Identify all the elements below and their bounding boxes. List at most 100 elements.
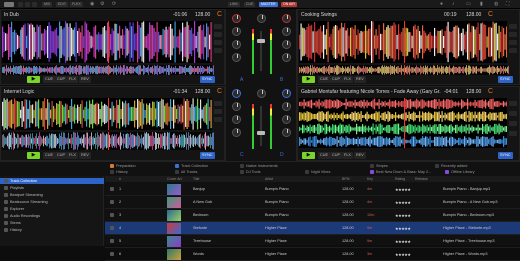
mixer-hi-b-knob[interactable]: [282, 27, 291, 36]
deck-b-sidebtn-3[interactable]: [509, 40, 517, 45]
deck-c-sidebtn-2[interactable]: [214, 109, 222, 114]
col-num[interactable]: #: [119, 176, 121, 182]
deck-c-sidebtn-3[interactable]: [214, 117, 222, 122]
mixer-main-knob[interactable]: [257, 14, 266, 23]
tree-item[interactable]: Beatsource Streaming: [0, 199, 104, 205]
mixer-cue-mix-knob[interactable]: [257, 89, 266, 98]
deck-b-sidebtn-1[interactable]: [509, 24, 517, 29]
deck-d-rev-button[interactable]: REV: [354, 152, 366, 159]
table-row[interactable]: 6 Words Higher Place 128.00 3m ★★★★★ Higher Pl…: [105, 248, 520, 261]
col-title[interactable]: Title: [193, 176, 199, 182]
deck-b-sync-button[interactable]: SYNC: [498, 76, 513, 83]
mixer-low-c-knob[interactable]: [232, 128, 241, 137]
mixer-gain-c-knob[interactable]: [232, 89, 241, 98]
deck-c-overview[interactable]: [2, 132, 214, 150]
deck-a-waveform[interactable]: [2, 21, 212, 63]
tree-item[interactable]: Audio Recordings: [0, 213, 104, 219]
mix-mode-button[interactable]: MIX: [42, 2, 53, 7]
volume-icon[interactable]: ♪: [452, 1, 455, 8]
deck-c-cup-button[interactable]: CUP: [55, 152, 68, 159]
mixer-channel-fader[interactable]: [257, 131, 265, 135]
table-row[interactable]: 4 Stefonte Higher Place 128.00 9m ★★★★★ Higher…: [105, 222, 520, 235]
deck-d-cue-button[interactable]: CUE: [318, 152, 331, 159]
master-button[interactable]: MASTER: [259, 2, 278, 7]
deck-b-waveform[interactable]: [299, 21, 507, 63]
browser-view-icon[interactable]: [32, 2, 37, 7]
deck-a-flx-button[interactable]: FLX: [67, 76, 78, 83]
favorite-offline-library[interactable]: Offline Library: [445, 169, 515, 175]
deck-b-sidebtn-4[interactable]: [509, 48, 517, 53]
deck-a-sidebtn-1[interactable]: [214, 24, 222, 29]
deck-a-sidebtn-4[interactable]: [214, 48, 222, 53]
flex-mode-button[interactable]: FLEX: [70, 2, 83, 7]
tree-item[interactable]: History: [0, 227, 104, 233]
deck-d-key[interactable]: C: [488, 88, 493, 95]
col-cover-art[interactable]: Cover Art: [167, 176, 182, 182]
deck-c-sync-button[interactable]: SYNC: [200, 152, 215, 159]
deck-b-sidebtn-2[interactable]: [509, 32, 517, 37]
deck-d-stem-mute-1[interactable]: [509, 101, 517, 106]
col-bpm[interactable]: BPM: [342, 176, 350, 182]
mixer-hi-d-knob[interactable]: [282, 102, 291, 111]
layout-icon[interactable]: [18, 2, 23, 7]
deck-a-cue-button[interactable]: CUE: [43, 76, 56, 83]
favorite-night-vibes[interactable]: Night Vibes: [305, 169, 365, 175]
deck-a-play-button[interactable]: ▶: [27, 76, 40, 83]
favorite-best-new-dnb[interactable]: Best New Drum & Bass: May 2...: [370, 169, 440, 175]
mixer-mid-a-knob[interactable]: [232, 40, 241, 49]
deck-c-rev-button[interactable]: REV: [79, 152, 91, 159]
deck-c-waveform[interactable]: [2, 98, 212, 130]
deck-a-overview[interactable]: [2, 65, 214, 75]
deck-b-flx-button[interactable]: FLX: [342, 76, 353, 83]
deck-c-key[interactable]: C: [217, 88, 222, 95]
deck-c-flx-button[interactable]: FLX: [67, 152, 78, 159]
deck-b-cue-button[interactable]: CUE: [318, 76, 331, 83]
mixer-low-b-knob[interactable]: [282, 53, 291, 62]
col-key[interactable]: Key: [367, 176, 373, 182]
mixer-mid-d-knob[interactable]: [282, 115, 291, 124]
table-row[interactable]: 3 Bedroom Bumpin Piano 128.00 10m ★★★★★ Bumpin…: [105, 209, 520, 222]
mixer-hi-a-knob[interactable]: [232, 27, 241, 36]
tree-item[interactable]: Stems: [0, 220, 104, 226]
deck-d-stem-mute-4[interactable]: [509, 131, 517, 136]
mixer-gain-d-knob[interactable]: [282, 89, 291, 98]
mixer-gain-b-knob[interactable]: [282, 14, 291, 23]
deck-c-sidebtn-1[interactable]: [214, 101, 222, 106]
col-release[interactable]: Release: [415, 176, 428, 182]
col-rating[interactable]: Rating: [395, 176, 405, 182]
deck-b-play-button[interactable]: ▶: [302, 76, 315, 83]
audio-icon[interactable]: ◍: [494, 1, 498, 8]
deck-d-flx-button[interactable]: FLX: [342, 152, 353, 159]
waveform-view-icon[interactable]: [25, 2, 30, 7]
deck-d-stem-mute-2[interactable]: [509, 111, 517, 116]
tree-item[interactable]: Playlists: [0, 185, 104, 191]
mixer-low-a-knob[interactable]: [232, 53, 241, 62]
deck-a-cup-button[interactable]: CUP: [55, 76, 68, 83]
tree-item[interactable]: Explorer: [0, 206, 104, 212]
tree-item[interactable]: Track Collection: [0, 178, 104, 184]
tree-item[interactable]: Beatport Streaming: [0, 192, 104, 198]
deck-a-key[interactable]: C: [217, 11, 222, 18]
deck-d-play-button[interactable]: ▶: [302, 152, 315, 159]
deck-d-stem-mute-3[interactable]: [509, 121, 517, 126]
deck-a-sidebtn-3[interactable]: [214, 40, 222, 45]
deck-a-rev-button[interactable]: REV: [79, 76, 91, 83]
col-artist[interactable]: Artist: [265, 176, 273, 182]
mixer-gain-a-knob[interactable]: [232, 14, 241, 23]
cue-button[interactable]: CUE: [244, 2, 256, 7]
deck-d-cup-button[interactable]: CUP: [330, 152, 343, 159]
edit-mode-button[interactable]: EDIT: [56, 2, 68, 7]
favorite-dj-tools[interactable]: DJ Tools: [240, 169, 300, 175]
deck-c-play-button[interactable]: ▶: [27, 152, 40, 159]
deck-b-overview[interactable]: [299, 65, 509, 75]
deck-b-rev-button[interactable]: REV: [354, 76, 366, 83]
mixer-mid-c-knob[interactable]: [232, 115, 241, 124]
table-row[interactable]: 2A New Gob Bumpin Piano 128.00 4m ★★★★★ Bumpi…: [105, 196, 520, 209]
expand-icon[interactable]: ⛶: [506, 1, 510, 8]
favorite-history[interactable]: History: [110, 169, 170, 175]
deck-b-cup-button[interactable]: CUP: [330, 76, 343, 83]
settings-icon[interactable]: ⚙: [100, 1, 104, 8]
mixer-mid-b-knob[interactable]: [282, 40, 291, 49]
on-air-button[interactable]: ON AIR: [281, 2, 297, 7]
deck-c-cue-button[interactable]: CUE: [43, 152, 56, 159]
